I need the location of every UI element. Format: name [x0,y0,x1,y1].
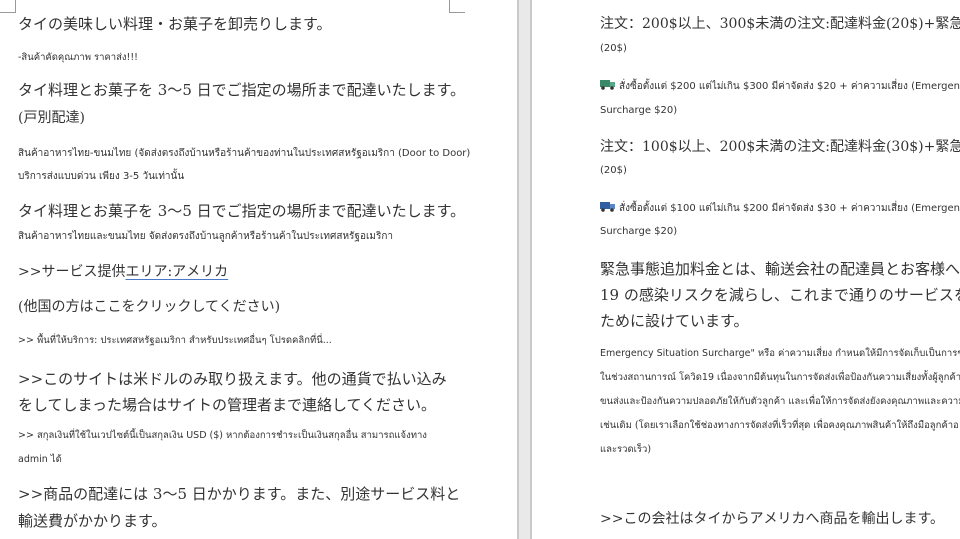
text-line: ในช่วงสถานการณ์ โควิด19 เนื่องจากมีต้นทุ… [600,372,960,383]
text-line: >> พื้นที่ให้บริการ: ประเทศสหรัฐอเมริกา … [18,335,332,346]
text-line: 緊急事態追加料金とは、輸送会社の配達員とお客様へ [600,260,960,278]
text-line: Surcharge $20) [600,105,678,116]
text-line: เช่นเดิม (โดยเราเลือกใช้ช่องทางการจัดส่ง… [600,420,959,431]
text-line: >>このサイトは米ドルのみ取り扱えます。他の通貨で払い込み [18,370,447,388]
text-line: (20$) [600,43,627,54]
text-line: >>商品の配達には 3〜5 日かかります。また、別途サービス料と [18,485,461,503]
truck-icon [600,80,615,90]
text-line: 19 の感染リスクを減らし、これまで通りのサービスを [600,286,960,304]
document-page-right: 注文：200$以上、300$未満の注文:配達料金(20$)+緊急事態 (20$)… [532,0,960,539]
text-line: สินค้าอาหารไทย-ขนมไทย (จัดส่งตรงถึงบ้านห… [18,148,471,159]
text-line: 注文：100$以上、200$未満の注文:配達料金(30$)+緊急事態 [600,139,960,155]
shipping-text: สั่งซื้อตั้งแต่ $200 แต่ไม่เกิน $300 มีค… [619,81,960,92]
text-line: タイ料理とお菓子を 3〜5 日でご指定の場所まで配達いたします。 [18,202,466,220]
text-line: บริการส่งแบบด่วน เพียง 3-5 วันเท่านั้น [18,171,185,182]
text-line: >> สกุลเงินที่ใช้ในเวปไซต์นี้เป็นสกุลเงิ… [18,430,427,441]
other-country-link[interactable]: (他国の方はここをクリックしてください) [18,296,280,316]
document-page-left: タイの美味しい料理・お菓子を卸売りします。 -สินค้าคัดคุณภาพ ร… [0,0,517,539]
margin-corner-mark [449,0,465,13]
text-line: タイ料理とお菓子を 3〜5 日でご指定の場所まで配達いたします。 [18,81,466,99]
text-line: ために設けています。 [600,312,749,330]
text-line: ขนส่งและป้องกันความปลอดภัยให้กับตัวลูกค้… [600,396,960,407]
text-line: (戸別配達) [18,110,85,126]
text-line: admin ได้ [18,454,62,465]
truck-icon [600,202,615,212]
shipping-line: สั่งซื้อตั้งแต่ $100 แต่ไม่เกิน $200 มีค… [600,201,960,216]
shipping-text: สั่งซื้อตั้งแต่ $100 แต่ไม่เกิน $200 มีค… [619,203,960,214]
shipping-line: สั่งซื้อตั้งแต่ $200 แต่ไม่เกิน $300 มีค… [600,79,960,94]
service-area-line: >>サービス提供エリア:アメリカ [18,261,228,281]
service-area-link[interactable]: エリア:アメリカ [125,264,228,280]
text-line: สินค้าอาหารไทยและขนมไทย จัดส่งตรงถึงบ้าน… [18,231,394,242]
service-area-label: >>サービス提供 [18,264,126,280]
page-gutter [517,0,519,539]
text-line: และรวดเร็ว) [600,444,652,455]
text-line: 輸送費がかかります。 [18,512,167,530]
text-line: >>この会社はタイからアメリカへ商品を輸出します。 [600,511,945,527]
margin-corner-mark [0,0,16,13]
text-line: 注文：200$以上、300$未満の注文:配達料金(20$)+緊急事態 [600,16,960,32]
text-line: をしてしまった場合はサイトの管理者まで連絡してください。 [18,396,437,414]
text-line: タイの美味しい料理・お菓子を卸売りします。 [18,15,332,33]
text-line: (20$) [600,165,627,176]
text-line: -สินค้าคัดคุณภาพ ราคาส่ง!!! [18,52,138,63]
text-line: Surcharge $20) [600,226,678,237]
text-line: Emergency Situation Surcharge" หรือ ค่าค… [600,348,960,359]
